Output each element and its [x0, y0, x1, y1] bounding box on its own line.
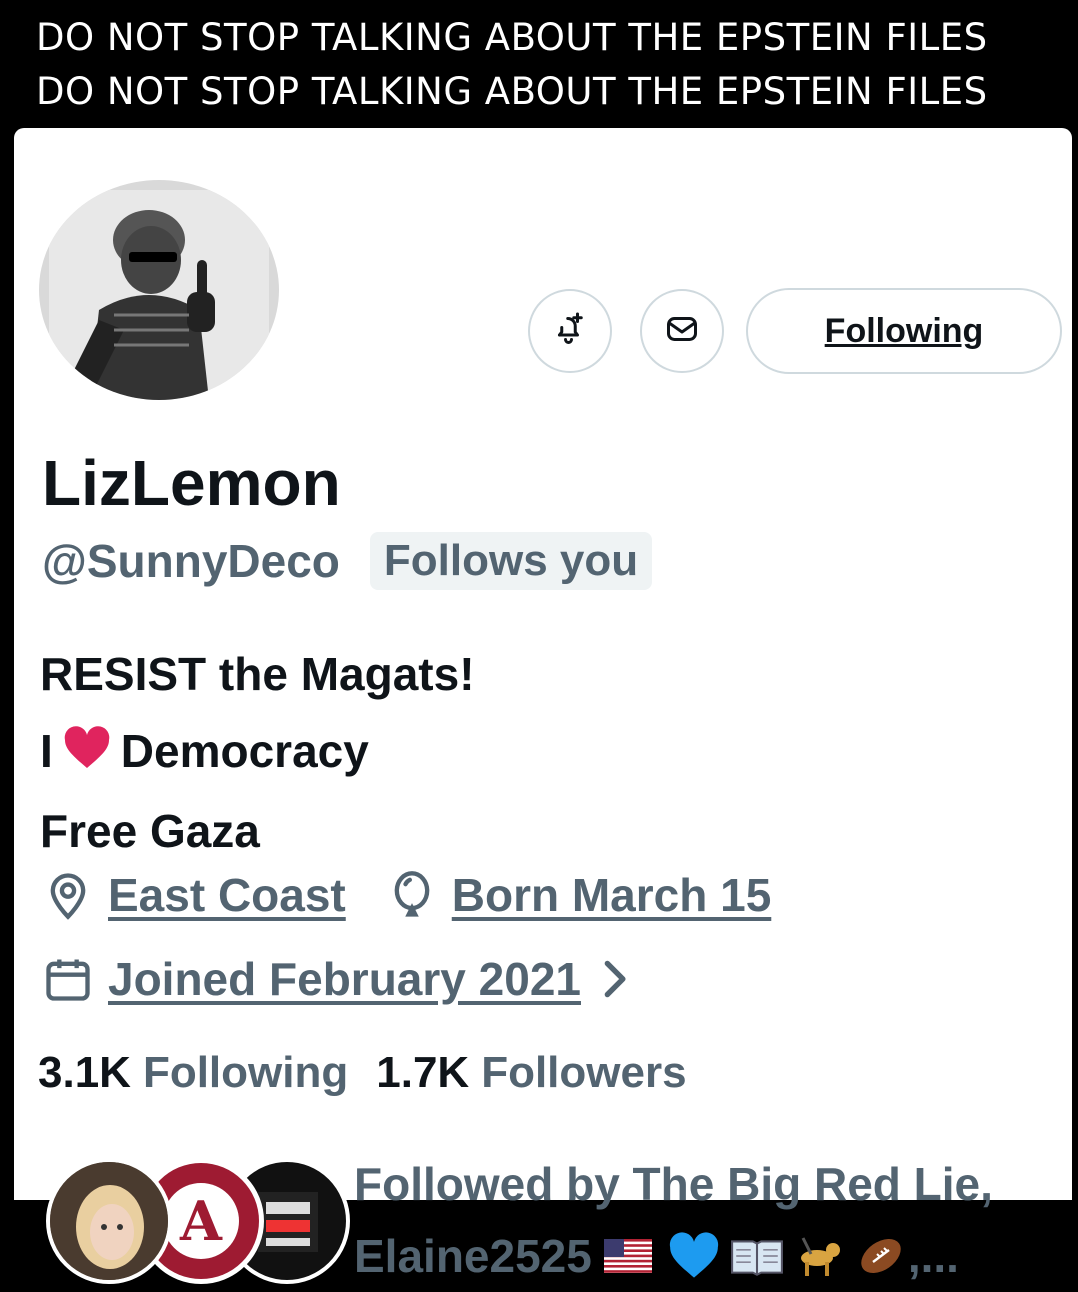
followers-count-link[interactable]: 1.7K Followers [376, 1048, 686, 1098]
display-name: LizLemon [42, 447, 341, 519]
location-link[interactable]: East Coast [108, 868, 346, 922]
followers-count: 1.7K [376, 1048, 470, 1097]
followed-by-line-1: Followed by The Big Red Lie, [354, 1158, 993, 1210]
followed-by-text[interactable]: Followed by The Big Red Lie, Elaine2525 … [354, 1148, 1078, 1292]
profile-banner[interactable]: DO NOT STOP TALKING ABOUT THE EPSTEIN FI… [0, 0, 1078, 128]
followed-by-line-2: Elaine2525 ,... [354, 1230, 959, 1282]
follow-counts: 3.1K Following 1.7K Followers [38, 1048, 687, 1098]
bio: RESIST the Magats! I Democracy Free Gaza [40, 636, 475, 870]
joined-link[interactable]: Joined February 2021 [108, 952, 581, 1006]
mutual-followers-avatars[interactable]: A [46, 1158, 350, 1288]
following-button[interactable]: Following [746, 288, 1062, 374]
followers-label: Followers [481, 1048, 687, 1097]
heart-icon [63, 716, 111, 793]
calendar-icon [42, 953, 94, 1005]
balloon-icon [386, 869, 438, 921]
following-label: Following [142, 1048, 349, 1097]
handle-row: @SunnyDeco Follows you [42, 532, 653, 590]
notify-button[interactable] [528, 289, 612, 373]
following-count: 3.1K [38, 1048, 131, 1097]
us-flag-icon [603, 1239, 652, 1273]
user-handle: @SunnyDeco [42, 535, 340, 587]
bio-line-2: I Democracy [40, 713, 475, 793]
chevron-right-icon[interactable] [599, 959, 629, 999]
mutual-avatar-1 [46, 1158, 172, 1284]
profile-card: Following LizLemon @SunnyDeco Follows yo… [14, 128, 1072, 1284]
following-count-link[interactable]: 3.1K Following [38, 1048, 348, 1098]
location-pin-icon [42, 869, 94, 921]
football-icon [854, 1232, 908, 1280]
banner-text-line-1: DO NOT STOP TALKING ABOUT THE EPSTEIN FI… [36, 16, 988, 59]
avatar[interactable] [39, 180, 279, 400]
svg-text:A: A [179, 1189, 223, 1253]
profile-meta-row-2: Joined February 2021 [42, 952, 643, 1006]
open-book-icon [730, 1234, 784, 1278]
profile-meta-row-1: East Coast Born March 15 [42, 868, 771, 922]
envelope-icon [664, 311, 700, 352]
follows-you-badge: Follows you [369, 532, 653, 590]
profile-actions: Following [528, 288, 1062, 374]
bio-line-1: RESIST the Magats! [40, 648, 475, 700]
birthday-link[interactable]: Born March 15 [452, 868, 772, 922]
bell-plus-icon [552, 311, 588, 352]
message-button[interactable] [640, 289, 724, 373]
blue-heart-icon [668, 1232, 720, 1280]
bio-line-3: Free Gaza [40, 805, 260, 858]
banner-text-line-2: DO NOT STOP TALKING ABOUT THE EPSTEIN FI… [36, 70, 988, 113]
guide-dog-icon [792, 1232, 846, 1280]
